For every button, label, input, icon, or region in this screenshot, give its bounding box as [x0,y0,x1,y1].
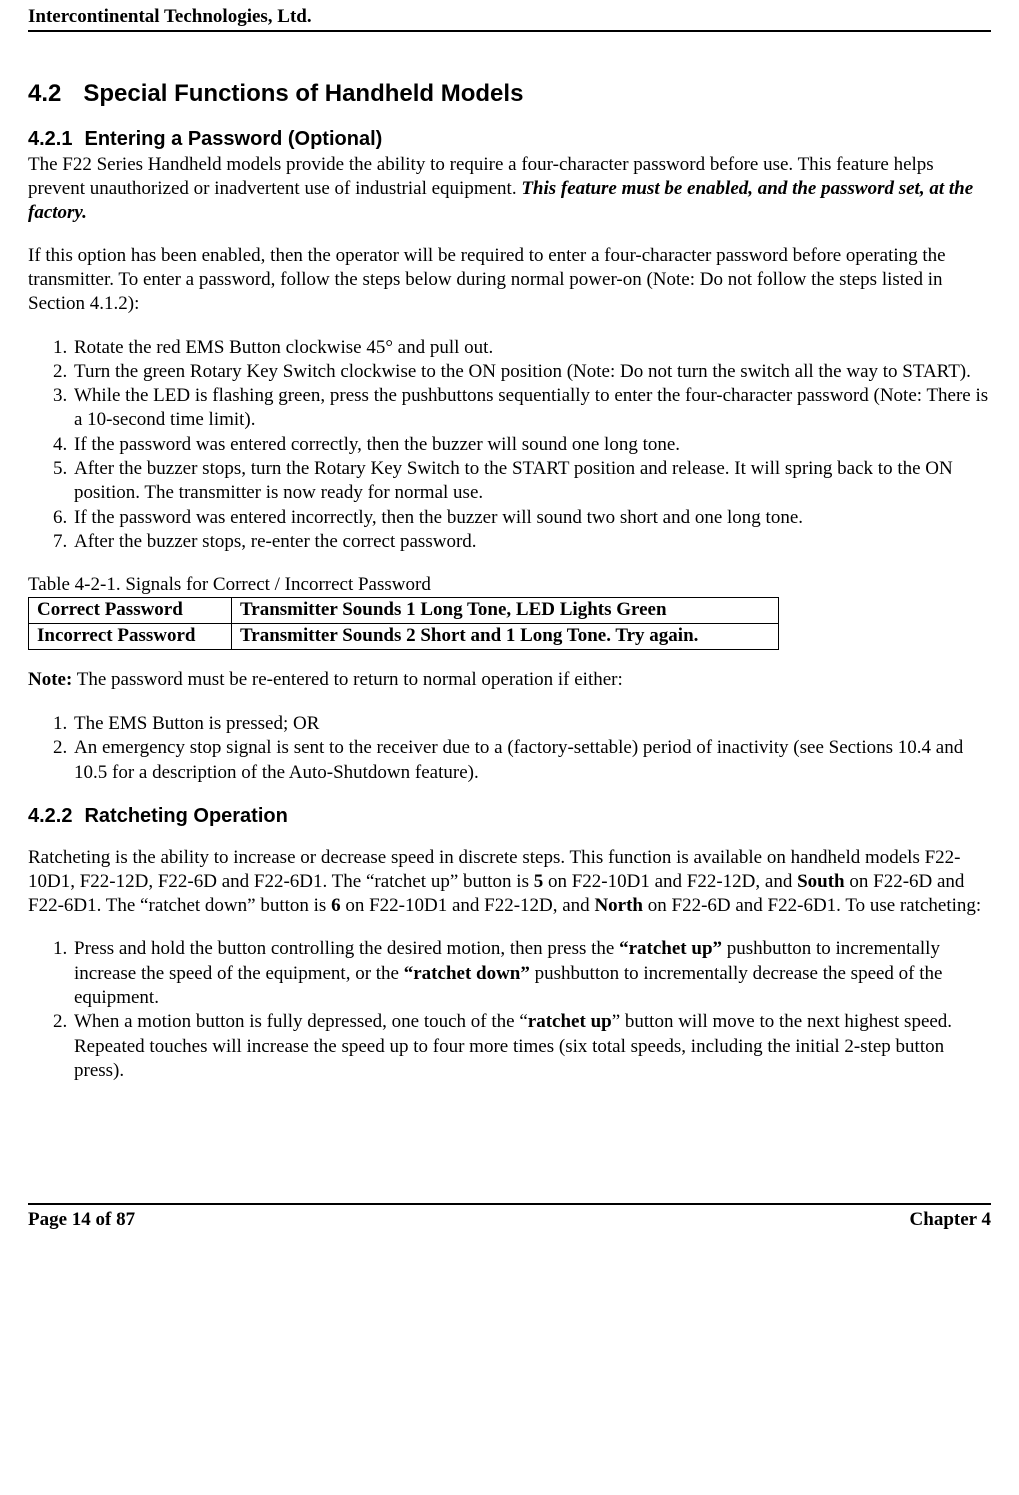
table-row: Correct Password Transmitter Sounds 1 Lo… [29,598,779,624]
list-item: When a motion button is fully depressed,… [72,1010,991,1083]
section-heading: 4.2 Special Functions of Handheld Models [28,80,991,108]
subsection-number: 4.2.2 [28,805,72,827]
table-cell: Transmitter Sounds 2 Short and 1 Long To… [232,624,779,650]
paragraph: If this option has been enabled, then th… [28,244,991,315]
note-text: The password must be re-entered to retur… [72,669,622,690]
bold-text: “ratchet down” [404,963,530,984]
subsection-title: Entering a Password (Optional) [84,128,382,150]
body-text: on F22-10D1 and F22-12D, and [341,895,595,916]
bold-text: South [797,871,845,892]
list-item: An emergency stop signal is sent to the … [72,736,991,785]
list-item: After the buzzer stops, re-enter the cor… [72,530,991,554]
body-text: Press and hold the button controlling th… [74,938,619,959]
chapter-label: Chapter 4 [910,1209,991,1231]
list-item: Rotate the red EMS Button clockwise 45° … [72,336,991,360]
body-text: on F22-6D and F22-6D1. To use ratcheting… [643,895,981,916]
document-footer: Page 14 of 87 Chapter 4 [28,1203,991,1241]
table-cell: Incorrect Password [29,624,232,650]
bold-text: ratchet up [528,1011,612,1032]
body-text: on F22-10D1 and F22-12D, and [543,871,797,892]
list-item: Press and hold the button controlling th… [72,937,991,1010]
bold-text: “ratchet up” [619,938,722,959]
table-cell: Correct Password [29,598,232,624]
table-cell: Transmitter Sounds 1 Long Tone, LED Ligh… [232,598,779,624]
paragraph: Ratcheting is the ability to increase or… [28,846,991,917]
note-list: The EMS Button is pressed; OR An emergen… [28,712,991,785]
list-item: Turn the green Rotary Key Switch clockwi… [72,360,991,384]
password-steps-list: Rotate the red EMS Button clockwise 45° … [28,336,991,555]
table-row: Incorrect Password Transmitter Sounds 2 … [29,624,779,650]
document-header: Intercontinental Technologies, Ltd. [28,0,991,32]
note-paragraph: Note: The password must be re-entered to… [28,668,991,692]
subsection-4-2-1-heading: 4.2.1 Entering a Password (Optional) [28,128,991,151]
table-caption: Table 4-2-1. Signals for Correct / Incor… [28,574,991,596]
list-item: After the buzzer stops, turn the Rotary … [72,457,991,506]
ratcheting-steps-list: Press and hold the button controlling th… [28,937,991,1083]
body-text: When a motion button is fully depressed,… [74,1011,528,1032]
section-title: Special Functions of Handheld Models [83,80,523,107]
page-number: Page 14 of 87 [28,1209,135,1231]
paragraph: The F22 Series Handheld models provide t… [28,153,991,224]
subsection-4-2-2-heading: 4.2.2 Ratcheting Operation [28,805,991,828]
note-label: Note: [28,669,72,690]
list-item: While the LED is flashing green, press t… [72,384,991,433]
subsection-title: Ratcheting Operation [84,805,287,827]
section-number: 4.2 [28,80,61,107]
list-item: If the password was entered incorrectly,… [72,506,991,530]
list-item: The EMS Button is pressed; OR [72,712,991,736]
bold-text: 6 [331,895,341,916]
bold-text: North [594,895,643,916]
subsection-number: 4.2.1 [28,128,72,150]
bold-text: 5 [534,871,544,892]
password-signal-table: Correct Password Transmitter Sounds 1 Lo… [28,597,779,650]
company-name: Intercontinental Technologies, Ltd. [28,6,312,27]
list-item: If the password was entered correctly, t… [72,433,991,457]
